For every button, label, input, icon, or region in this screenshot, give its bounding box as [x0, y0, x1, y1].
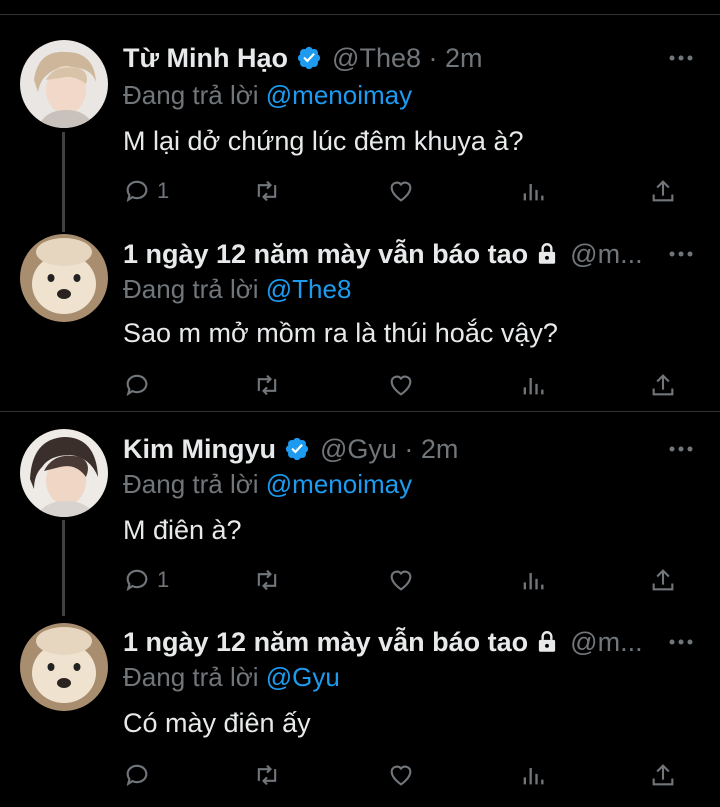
views-button[interactable] — [519, 174, 547, 208]
views-icon — [523, 378, 544, 395]
tweet-3[interactable]: Kim Mingyu @Gyu · 2m Đang trả lời @menoi… — [0, 412, 720, 616]
author-name[interactable]: 1 ngày 12 năm mày vẫn báo tao — [123, 627, 528, 658]
tweet-text: Sao m mở mồm ra là thúi hoắc vậy? — [123, 318, 558, 348]
reply-button[interactable]: 1 — [123, 174, 169, 208]
like-icon — [390, 765, 412, 786]
views-button[interactable] — [519, 563, 547, 597]
retweet-button[interactable] — [253, 758, 281, 792]
author-handle[interactable]: @m... — [570, 239, 642, 270]
like-button[interactable] — [387, 174, 415, 208]
reply-mention-link[interactable]: @menoimay — [266, 80, 412, 110]
retweet-button[interactable] — [253, 368, 281, 402]
reply-mention-link[interactable]: @menoimay — [266, 469, 412, 499]
retweet-button[interactable] — [253, 563, 281, 597]
author-name[interactable]: 1 ngày 12 năm mày vẫn báo tao — [123, 239, 528, 270]
reply-icon — [126, 374, 148, 397]
retweet-icon — [257, 569, 277, 591]
reply-mention-link[interactable]: @The8 — [266, 274, 352, 304]
verified-badge-icon — [285, 437, 309, 461]
reply-button[interactable] — [123, 758, 157, 792]
reply-count: 1 — [157, 178, 170, 203]
replying-to: Đang trả lời @The8 — [123, 274, 352, 304]
tweet-text: M điên à? — [123, 515, 242, 545]
tweet-actions: 1 — [123, 563, 680, 597]
views-button[interactable] — [519, 758, 547, 792]
reply-button[interactable] — [123, 368, 157, 402]
reply-count: 1 — [157, 567, 170, 592]
author-handle[interactable]: @Gyu · 2m — [320, 434, 458, 465]
like-button[interactable] — [387, 368, 415, 402]
views-button[interactable] — [519, 368, 547, 402]
reply-button[interactable]: 1 — [123, 563, 169, 597]
tweet-2[interactable]: 1 ngày 12 năm mày vẫn báo tao @m... Đang… — [0, 210, 720, 410]
reply-icon — [126, 180, 148, 203]
share-icon — [652, 764, 674, 786]
tweet-text: M lại dở chứng lúc đêm khuya à? — [123, 126, 524, 156]
more-options-icon[interactable] — [668, 444, 694, 454]
tweet-actions: 1 — [123, 174, 680, 208]
share-icon — [652, 180, 674, 202]
retweet-button[interactable] — [253, 174, 281, 208]
tweet-text: Có mày điên ấy — [123, 708, 311, 738]
avatar[interactable] — [20, 429, 108, 517]
like-icon — [390, 181, 412, 202]
author-handle[interactable]: @m... — [570, 627, 642, 658]
views-icon — [523, 768, 544, 785]
tweet-actions — [123, 368, 680, 402]
like-button[interactable] — [387, 758, 415, 792]
avatar[interactable] — [20, 40, 108, 128]
retweet-icon — [257, 764, 277, 786]
reply-icon — [126, 569, 148, 592]
reply-icon — [126, 764, 148, 787]
more-options-icon[interactable] — [668, 249, 694, 259]
avatar[interactable] — [20, 623, 108, 711]
like-button[interactable] — [387, 563, 415, 597]
tweet-4[interactable]: 1 ngày 12 năm mày vẫn báo tao @m... Đang… — [0, 608, 720, 807]
replying-to: Đang trả lời @menoimay — [123, 80, 413, 110]
like-icon — [390, 375, 412, 396]
retweet-icon — [257, 180, 277, 202]
share-icon — [652, 374, 674, 396]
author-name[interactable]: Từ Minh Hạo — [123, 43, 288, 74]
views-icon — [523, 573, 544, 590]
tweet-actions — [123, 758, 680, 792]
share-button[interactable] — [649, 174, 677, 208]
share-icon — [652, 569, 674, 591]
replying-to: Đang trả lời @menoimay — [123, 469, 413, 499]
share-button[interactable] — [649, 368, 677, 402]
share-button[interactable] — [649, 563, 677, 597]
author-handle[interactable]: @The8 · 2m — [332, 43, 482, 74]
reply-mention-link[interactable]: @Gyu — [266, 662, 340, 692]
replying-to: Đang trả lời @Gyu — [123, 662, 340, 692]
retweet-icon — [257, 374, 277, 396]
author-name[interactable]: Kim Mingyu — [123, 434, 276, 465]
share-button[interactable] — [649, 758, 677, 792]
tweet-1[interactable]: Từ Minh Hạo @The8 · 2m Đang trả lời @men… — [0, 0, 720, 232]
lock-icon — [539, 243, 556, 264]
lock-icon — [539, 631, 556, 652]
views-icon — [523, 184, 544, 201]
more-options-icon[interactable] — [668, 637, 694, 647]
thread-line — [62, 520, 65, 616]
avatar[interactable] — [20, 234, 108, 322]
more-options-icon[interactable] — [668, 53, 694, 63]
like-icon — [390, 570, 412, 591]
verified-badge-icon — [297, 46, 321, 70]
